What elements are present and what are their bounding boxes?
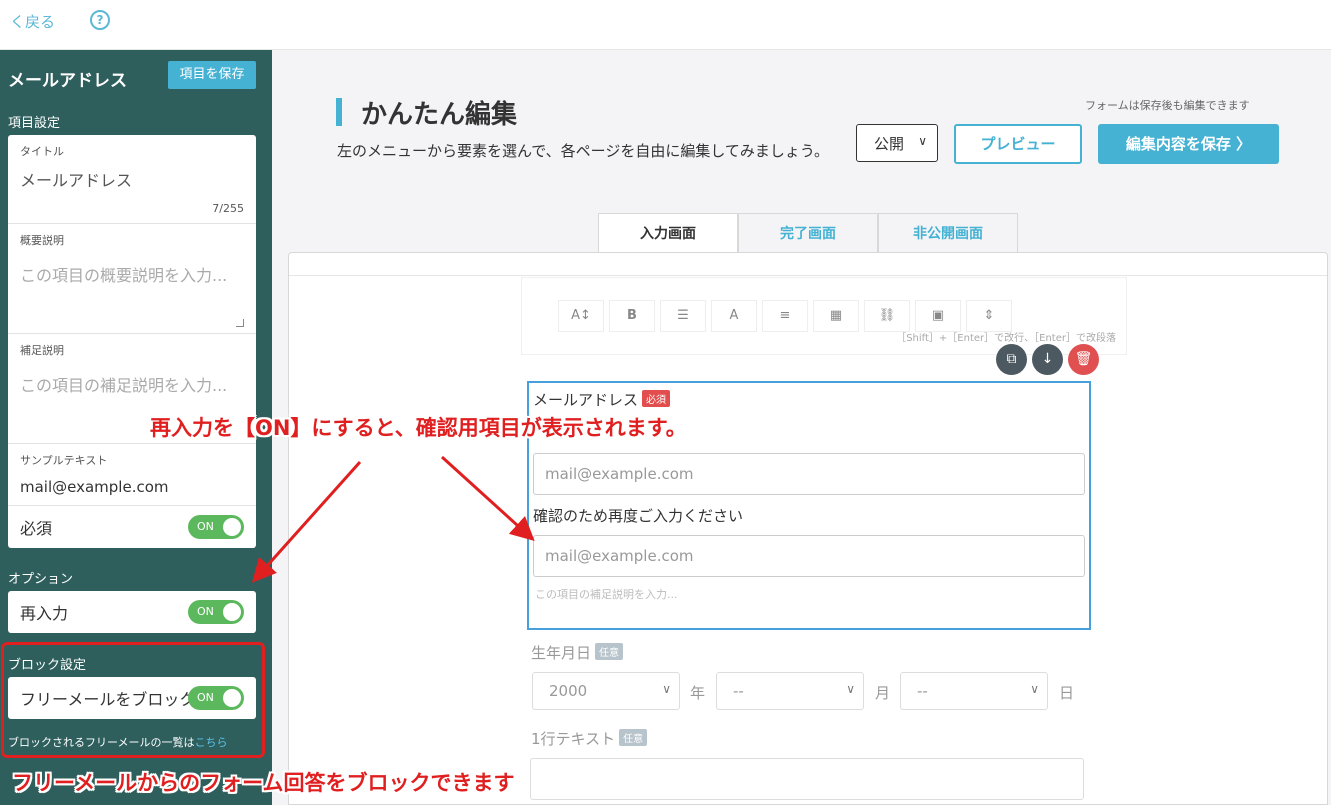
sample-text-value[interactable]: mail@example.com bbox=[20, 478, 244, 496]
tab-complete-screen[interactable]: 完了画面 bbox=[738, 213, 878, 253]
reenter-row: 再入力 ON bbox=[8, 591, 256, 633]
sidebar-title: メールアドレス bbox=[8, 71, 127, 91]
supplement-placeholder: この項目の補足説明を入力... bbox=[535, 588, 678, 601]
confirm-label: 確認のため再度ご入力ください bbox=[533, 507, 744, 525]
sample-text-label: サンプルテキスト bbox=[20, 454, 108, 467]
text-color-icon[interactable]: A bbox=[711, 300, 757, 332]
title-char-counter: 7/255 bbox=[212, 202, 244, 215]
birthday-label-text: 生年月日 bbox=[531, 644, 592, 662]
single-line-label-text: 1行テキスト bbox=[531, 730, 616, 748]
confirm-email-input[interactable]: mail@example.com bbox=[533, 535, 1085, 577]
annotation-highlight-box bbox=[1, 642, 265, 758]
month-unit: 月 bbox=[875, 684, 891, 702]
title-field-value[interactable]: メールアドレス bbox=[20, 167, 244, 191]
reenter-toggle[interactable]: ON bbox=[188, 600, 244, 624]
supplement-field-label: 補足説明 bbox=[20, 344, 64, 357]
save-item-button[interactable]: 項目を保存 bbox=[168, 61, 256, 89]
move-down-icon[interactable]: ↓ bbox=[1032, 344, 1063, 375]
options-heading: オプション bbox=[8, 572, 74, 587]
save-edits-button[interactable]: 編集内容を保存 〉 bbox=[1098, 124, 1279, 164]
day-unit: 日 bbox=[1059, 684, 1075, 702]
resize-handle-icon[interactable] bbox=[236, 319, 244, 327]
image-icon[interactable]: ▣ bbox=[915, 300, 961, 332]
publish-select-value: 公開 bbox=[874, 135, 905, 153]
chevron-down-icon: ∨ bbox=[846, 682, 855, 696]
required-row: 必須 ON bbox=[8, 506, 256, 548]
toggle-knob-icon bbox=[223, 518, 241, 536]
reenter-label: 再入力 bbox=[20, 604, 69, 623]
title-field-label: タイトル bbox=[20, 145, 64, 158]
birthday-label: 生年月日 任意 bbox=[531, 642, 624, 663]
annotation-block: フリーメールからのフォーム回答をブロックできます bbox=[12, 771, 515, 795]
required-label: 必須 bbox=[20, 519, 53, 538]
email-label-text: メールアドレス bbox=[533, 391, 639, 409]
page-title: かんたん編集 bbox=[361, 100, 518, 130]
editor-panel: A↕ B ☰ A ≡ ▦ ⛓ ▣ ⇕ ［Shift］+［Enter］で改行、［E… bbox=[288, 252, 1328, 805]
required-toggle-text: ON bbox=[197, 520, 214, 533]
list-icon[interactable]: ☰ bbox=[660, 300, 706, 332]
month-value: -- bbox=[733, 682, 744, 700]
align-icon[interactable]: ≡ bbox=[762, 300, 808, 332]
toolbar-hint: ［Shift］+［Enter］で改行、［Enter］で改段落 bbox=[896, 333, 1116, 344]
optional-badge: 任意 bbox=[595, 643, 624, 660]
publish-select[interactable]: 公開 ∨ bbox=[856, 124, 938, 162]
month-select[interactable]: -- ∨ bbox=[716, 672, 864, 710]
item-settings-heading: 項目設定 bbox=[8, 116, 61, 131]
preview-button[interactable]: プレビュー bbox=[954, 124, 1082, 164]
chevron-down-icon: ∨ bbox=[662, 682, 671, 696]
required-toggle[interactable]: ON bbox=[188, 515, 244, 539]
tab-input-screen[interactable]: 入力画面 bbox=[598, 213, 738, 254]
back-link[interactable]: く戻る bbox=[10, 11, 55, 32]
help-icon[interactable]: ? bbox=[90, 10, 110, 30]
page-description: 左のメニューから要素を選んで、各ページを自由に編集してみましょう。 bbox=[337, 142, 830, 160]
single-line-label: 1行テキスト 任意 bbox=[531, 728, 648, 749]
supplement-field-placeholder[interactable]: この項目の補足説明を入力... bbox=[20, 372, 244, 396]
trash-icon[interactable]: 🗑 bbox=[1068, 344, 1099, 375]
text-toolbar: A↕ B ☰ A ≡ ▦ ⛓ ▣ ⇕ ［Shift］+［Enter］で改行、［E… bbox=[521, 277, 1127, 355]
email-input[interactable]: mail@example.com bbox=[533, 453, 1085, 495]
link-icon[interactable]: ⛓ bbox=[864, 300, 910, 332]
tab-private-screen[interactable]: 非公開画面 bbox=[878, 213, 1018, 253]
chevron-down-icon: ∨ bbox=[918, 134, 927, 148]
table-icon[interactable]: ▦ bbox=[813, 300, 859, 332]
summary-field[interactable]: 概要説明 この項目の概要説明を入力... bbox=[8, 224, 256, 334]
sample-text-field[interactable]: サンプルテキスト mail@example.com bbox=[8, 444, 256, 506]
email-block-label: メールアドレス 必須 bbox=[533, 389, 671, 410]
single-line-input[interactable] bbox=[530, 758, 1084, 800]
options-card: 再入力 ON bbox=[8, 591, 256, 633]
summary-field-label: 概要説明 bbox=[20, 234, 64, 247]
required-badge: 必須 bbox=[642, 390, 671, 407]
save-note: フォームは保存後も編集できます bbox=[1085, 99, 1250, 112]
day-select[interactable]: -- ∨ bbox=[900, 672, 1048, 710]
optional-badge: 任意 bbox=[619, 729, 648, 746]
divider bbox=[289, 275, 1327, 276]
spacing-icon[interactable]: ⇕ bbox=[966, 300, 1012, 332]
chevron-down-icon: ∨ bbox=[1030, 682, 1039, 696]
reenter-toggle-text: ON bbox=[197, 605, 214, 618]
year-unit: 年 bbox=[690, 684, 706, 702]
title-accent-bar bbox=[336, 98, 342, 126]
annotation-reenter: 再入力を【ON】にすると、確認用項目が表示されます。 bbox=[150, 416, 687, 440]
item-settings-card: タイトル メールアドレス 7/255 概要説明 この項目の概要説明を入力... … bbox=[8, 135, 256, 548]
day-value: -- bbox=[917, 682, 928, 700]
copy-icon[interactable]: ⧉ bbox=[996, 344, 1027, 375]
year-value: 2000 bbox=[549, 682, 588, 700]
bold-icon[interactable]: B bbox=[609, 300, 655, 332]
title-field[interactable]: タイトル メールアドレス 7/255 bbox=[8, 135, 256, 224]
toggle-knob-icon bbox=[223, 603, 241, 621]
top-bar: く戻る ? bbox=[0, 0, 1331, 50]
font-size-icon[interactable]: A↕ bbox=[558, 300, 604, 332]
summary-field-placeholder[interactable]: この項目の概要説明を入力... bbox=[20, 262, 244, 286]
year-select[interactable]: 2000 ∨ bbox=[532, 672, 680, 710]
